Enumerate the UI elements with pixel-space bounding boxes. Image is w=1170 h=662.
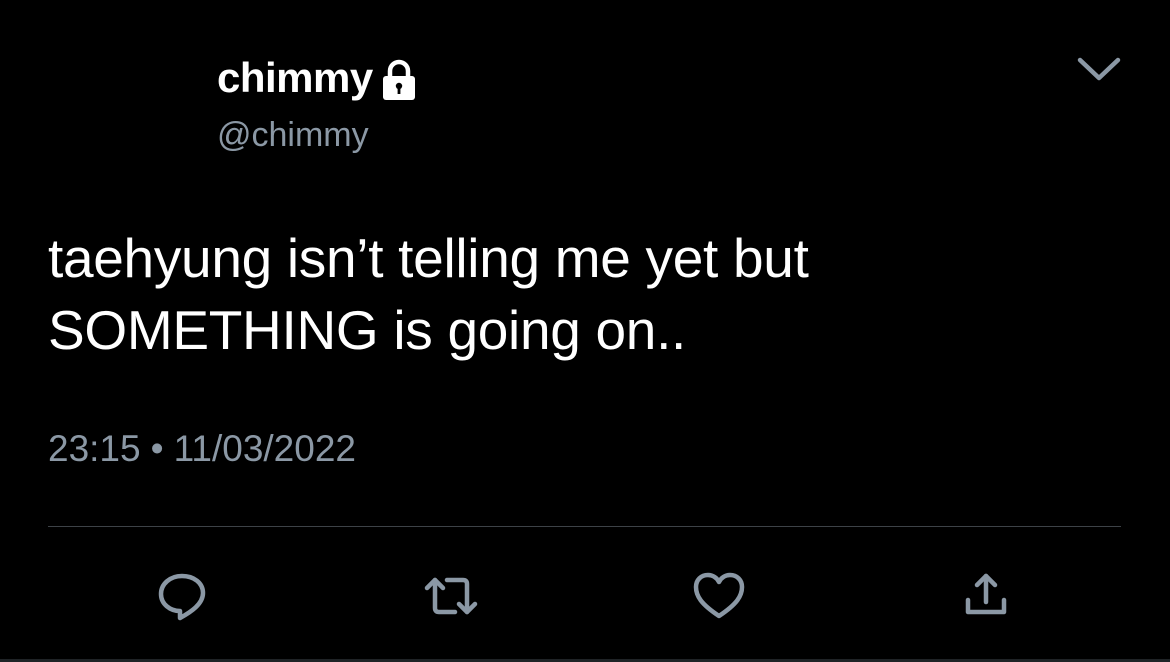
name-row: chimmy <box>217 50 419 106</box>
lock-icon <box>379 58 419 102</box>
like-button[interactable] <box>691 568 747 624</box>
tweet-text-line: taehyung isn’t telling me yet but <box>48 227 809 289</box>
chevron-down-icon[interactable] <box>1075 52 1123 86</box>
tweet-timestamp[interactable]: 23:15 • 11/03/2022 <box>48 428 356 470</box>
retweet-icon <box>424 577 478 615</box>
heart-icon <box>693 572 745 619</box>
user-handle[interactable]: @chimmy <box>217 116 369 155</box>
tweet-text-line: SOMETHING is going on.. <box>48 299 687 361</box>
reply-button[interactable] <box>154 568 210 624</box>
tweet-card: chimmy @chimmy taehyung isn’t telling me… <box>0 0 1170 662</box>
retweet-button[interactable] <box>423 568 479 624</box>
divider <box>48 526 1121 527</box>
tweet-date: 11/03/2022 <box>173 428 356 469</box>
reply-icon <box>158 573 206 621</box>
tweet-header: chimmy @chimmy <box>217 50 419 154</box>
tweet-text: taehyung isn’t telling me yet but SOMETH… <box>48 222 1128 366</box>
tweet-time: 23:15 <box>48 428 141 469</box>
share-icon <box>965 573 1007 615</box>
separator-dot: • <box>150 428 164 469</box>
share-button[interactable] <box>958 568 1014 624</box>
display-name[interactable]: chimmy <box>217 50 373 106</box>
